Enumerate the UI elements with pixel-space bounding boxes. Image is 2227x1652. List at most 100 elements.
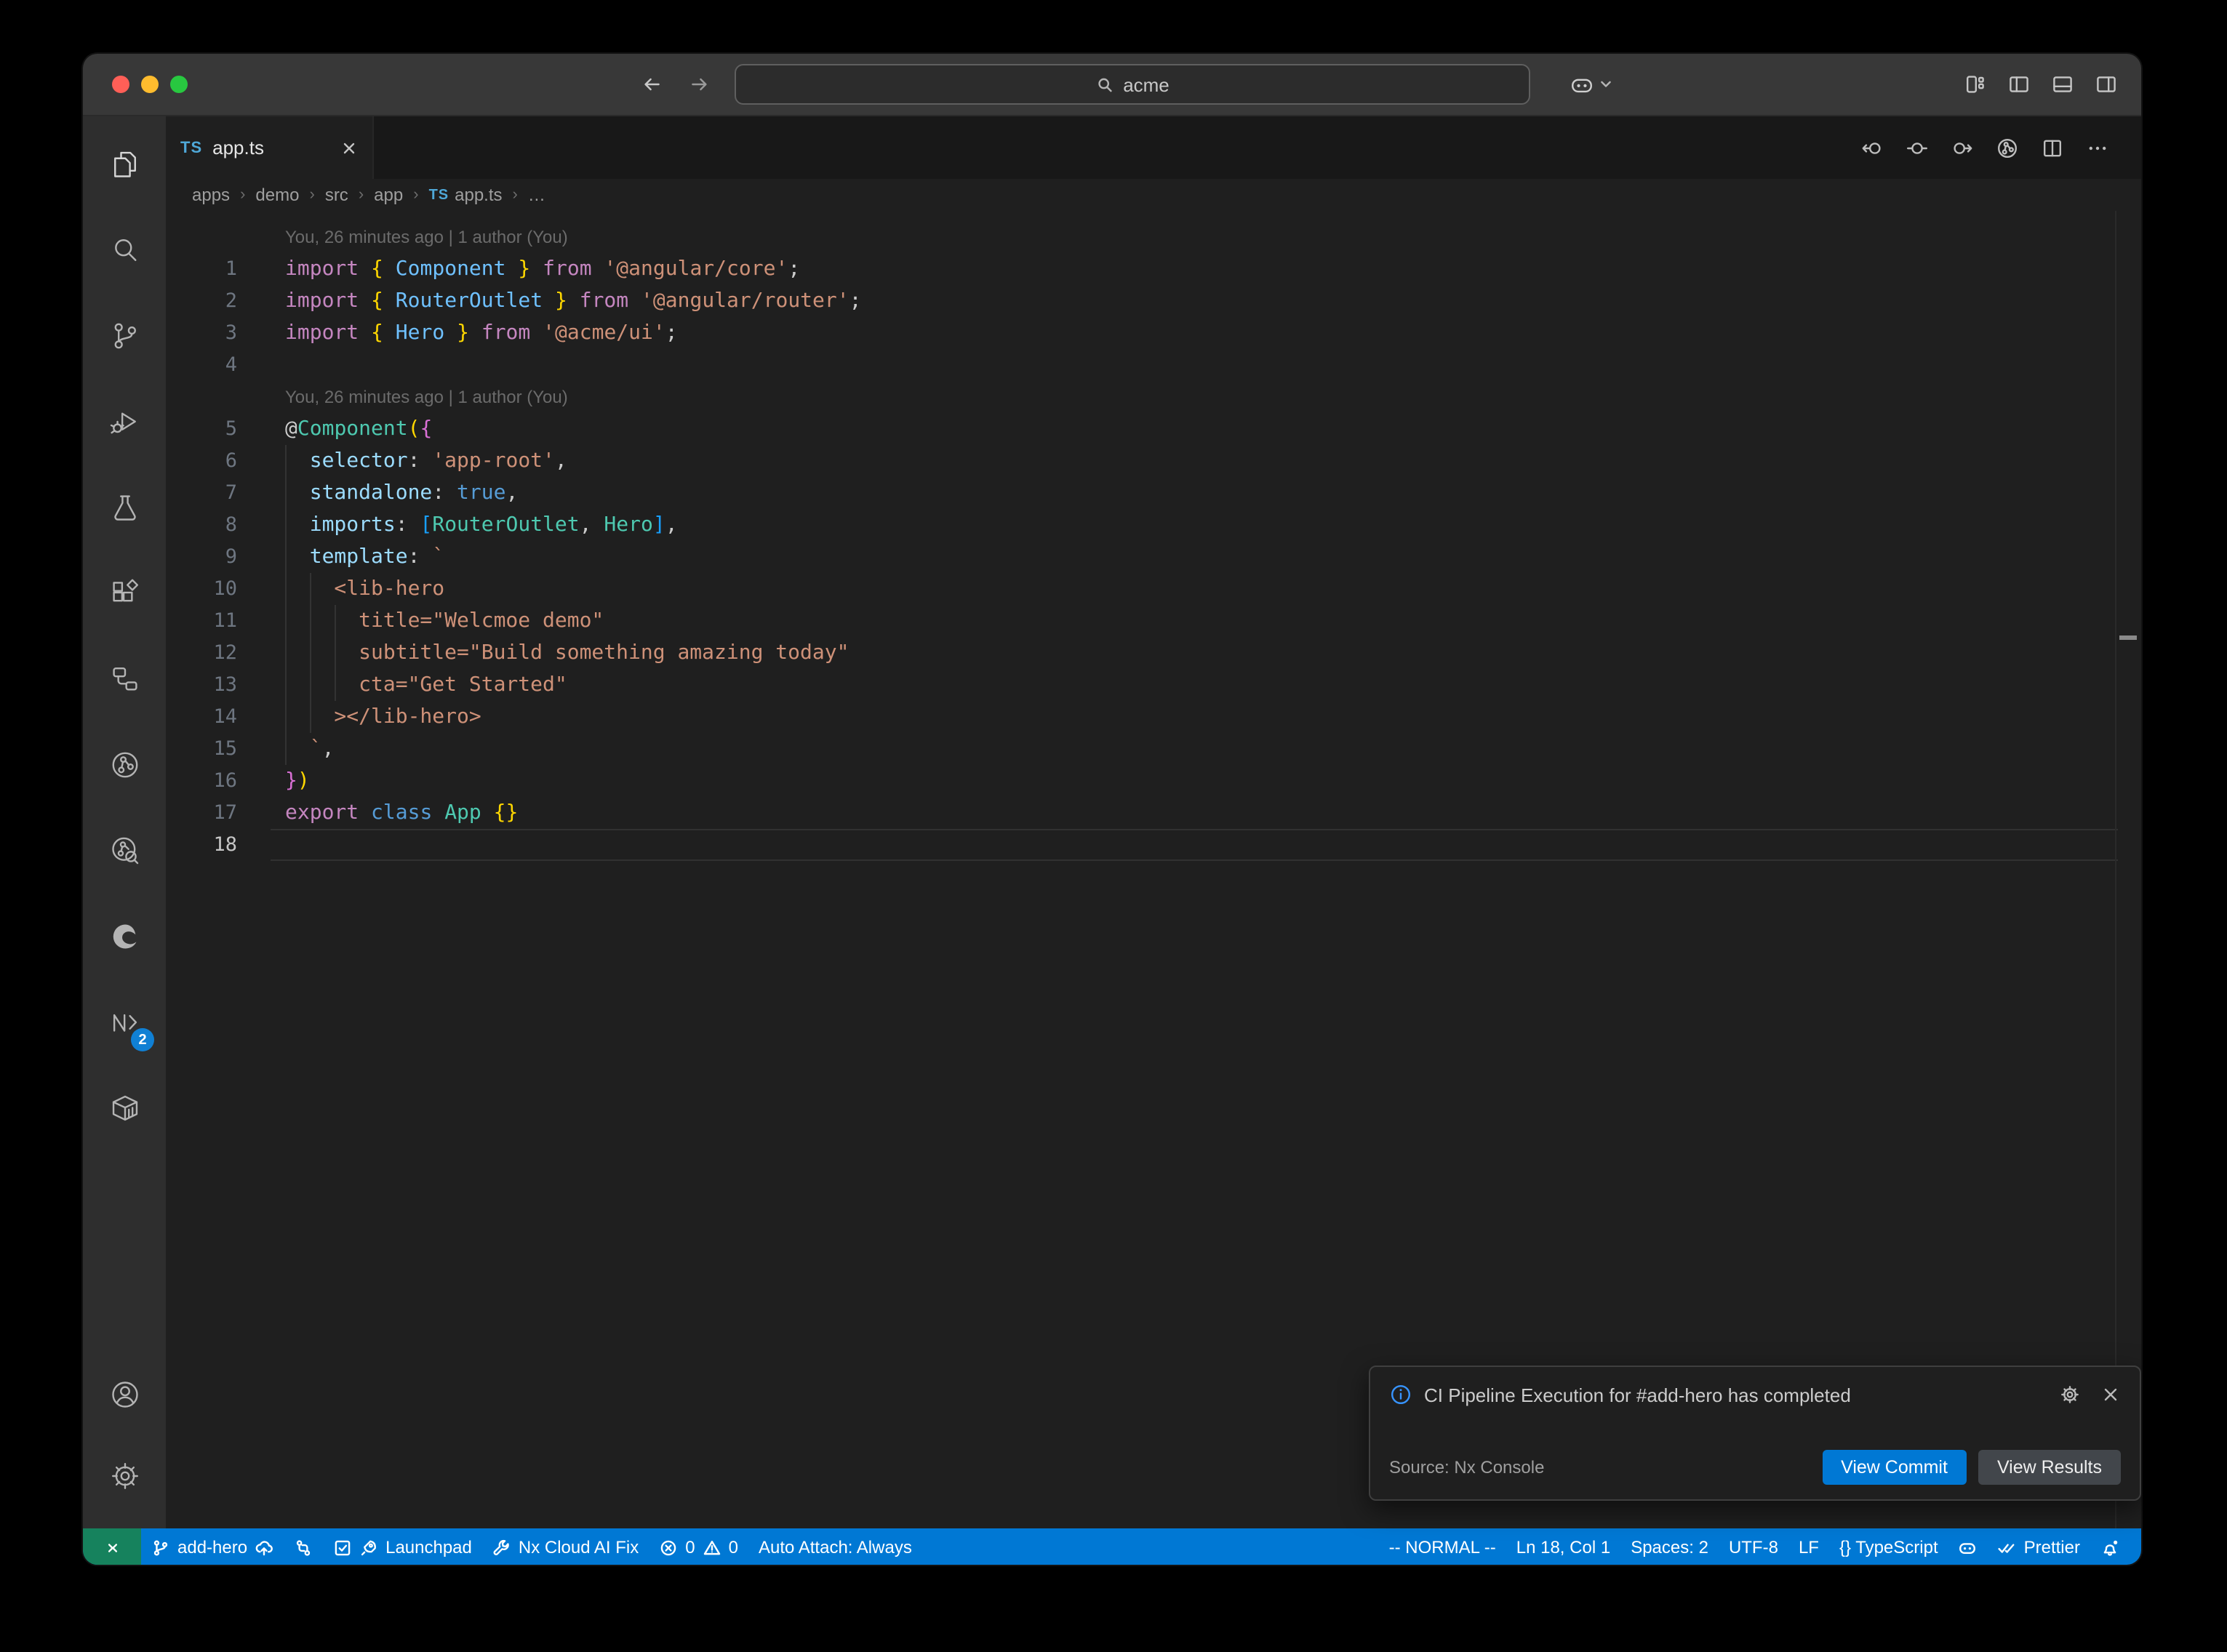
view-commit-button[interactable]: View Commit	[1822, 1450, 1967, 1485]
search-icon	[1095, 75, 1114, 94]
eol[interactable]: LF	[1788, 1528, 1829, 1565]
account-icon	[108, 1379, 140, 1411]
breadcrumb-item[interactable]: demo	[255, 185, 299, 205]
code-line-13[interactable]: 13 cta="Get Started"	[166, 669, 2141, 701]
view-results-button[interactable]: View Results	[1978, 1450, 2121, 1485]
code-line-6[interactable]: 6 selector: 'app-root',	[166, 445, 2141, 477]
copilot-menu[interactable]	[1570, 54, 1613, 115]
problems[interactable]: 00	[649, 1528, 748, 1565]
breadcrumb-label: app.ts	[455, 185, 502, 205]
code-line-7[interactable]: 7 standalone: true,	[166, 477, 2141, 509]
search-icon	[108, 233, 140, 265]
panel-icon[interactable]	[2051, 73, 2074, 96]
prev-change-icon[interactable]	[1860, 136, 1884, 159]
notification-settings-gear-icon[interactable]	[2060, 1384, 2080, 1405]
customize-layout-icon[interactable]	[1964, 73, 1987, 96]
activity-testing[interactable]	[83, 464, 166, 550]
run-debug-icon	[108, 405, 140, 437]
status-label: Nx Cloud AI Fix	[519, 1537, 639, 1557]
code-line-2[interactable]: 2import { RouterOutlet } from '@angular/…	[166, 285, 2141, 317]
breadcrumb-label: …	[528, 185, 545, 205]
breadcrumb-item[interactable]: app	[374, 185, 403, 205]
code-line-9[interactable]: 9 template: `	[166, 541, 2141, 573]
notification-close-icon[interactable]	[2100, 1384, 2121, 1405]
activity-explorer[interactable]	[83, 121, 166, 206]
nx-cloud-ai-fix[interactable]: Nx Cloud AI Fix	[482, 1528, 649, 1565]
sidebar-right-icon[interactable]	[2095, 73, 2118, 96]
settings-gear-icon	[108, 1460, 140, 1492]
breadcrumb-item[interactable]: apps	[192, 185, 230, 205]
activity-source-control[interactable]	[83, 292, 166, 378]
split-editor-icon[interactable]	[2041, 136, 2064, 159]
double-check-icon	[1998, 1538, 2017, 1557]
encoding[interactable]: UTF-8	[1719, 1528, 1788, 1565]
code-line-18[interactable]: 18	[166, 829, 2141, 861]
code-text: ></lib-hero>	[285, 701, 481, 733]
close-tab-icon[interactable]	[340, 139, 358, 156]
code-line-16[interactable]: 16})	[166, 765, 2141, 797]
compare-changes[interactable]	[284, 1528, 323, 1565]
forward-icon[interactable]	[688, 73, 711, 96]
editor-actions	[1860, 116, 2141, 179]
code-line-3[interactable]: 3import { Hero } from '@acme/ui';	[166, 317, 2141, 349]
next-change-icon[interactable]	[1951, 136, 1974, 159]
activity-extensions[interactable]	[83, 550, 166, 635]
tab-label: app.ts	[212, 137, 330, 159]
auto-attach[interactable]: Auto Attach: Always	[748, 1528, 922, 1565]
diff-icon[interactable]	[1906, 136, 1929, 159]
tab-app-ts[interactable]: TS app.ts	[166, 116, 374, 179]
activity-containers[interactable]	[83, 1064, 166, 1150]
git-branch-status[interactable]: add-hero	[141, 1528, 284, 1565]
activity-nx-graph[interactable]	[83, 721, 166, 807]
notifications-bell[interactable]	[2090, 1528, 2130, 1565]
notification-toast: CI Pipeline Execution for #add-hero has …	[1369, 1366, 2141, 1501]
code-line-8[interactable]: 8 imports: [RouterOutlet, Hero],	[166, 509, 2141, 541]
code-text: export class App {}	[285, 797, 518, 829]
command-center-search[interactable]: acme	[735, 64, 1530, 105]
activity-project-structure[interactable]	[83, 635, 166, 721]
activity-nx-graph-search[interactable]	[83, 807, 166, 893]
code-line-12[interactable]: 12 subtitle="Build something amazing tod…	[166, 637, 2141, 669]
typescript-file-icon: TS	[429, 187, 449, 203]
launchpad[interactable]: Launchpad	[323, 1528, 482, 1565]
code-line-17[interactable]: 17export class App {}	[166, 797, 2141, 829]
breadcrumb-item[interactable]: …	[528, 185, 545, 205]
code-line-1[interactable]: 1import { Component } from '@angular/cor…	[166, 253, 2141, 285]
code-line-11[interactable]: 11 title="Welcmoe demo"	[166, 605, 2141, 637]
line-number: 18	[166, 829, 237, 861]
minimize-window-button[interactable]	[141, 76, 159, 93]
code-line-14[interactable]: 14 ></lib-hero>	[166, 701, 2141, 733]
code-editor[interactable]: You, 26 minutes ago | 1 author (You)1imp…	[166, 211, 2141, 1528]
breadcrumb-item[interactable]: src	[325, 185, 348, 205]
code-line-4[interactable]: 4	[166, 349, 2141, 381]
activity-nx-console[interactable]: 2	[83, 979, 166, 1064]
vim-mode[interactable]: -- NORMAL --	[1379, 1528, 1506, 1565]
activity-settings[interactable]	[83, 1435, 166, 1517]
activity-run-debug[interactable]	[83, 378, 166, 464]
language-mode[interactable]: {} TypeScript	[1829, 1528, 1948, 1565]
nx-graph-icon[interactable]	[1996, 136, 2019, 159]
prettier[interactable]: Prettier	[1988, 1528, 2090, 1565]
cursor-position[interactable]: Ln 18, Col 1	[1506, 1528, 1620, 1565]
copilot-icon	[1959, 1538, 1978, 1557]
activity-accounts[interactable]	[83, 1354, 166, 1435]
breadcrumb-item[interactable]: TS app.ts	[429, 185, 503, 205]
code-line-15[interactable]: 15 `,	[166, 733, 2141, 765]
warning-icon	[703, 1538, 721, 1557]
indentation[interactable]: Spaces: 2	[1620, 1528, 1719, 1565]
code-line-10[interactable]: 10 <lib-hero	[166, 573, 2141, 605]
back-icon[interactable]	[640, 73, 663, 96]
remote-indicator[interactable]	[83, 1528, 141, 1565]
copilot-status[interactable]	[1948, 1528, 1988, 1565]
code-text: @Component({	[285, 413, 432, 445]
code-text: subtitle="Build something amazing today"	[285, 637, 849, 669]
sidebar-left-icon[interactable]	[2007, 73, 2031, 96]
ellipsis-icon[interactable]	[2086, 136, 2109, 159]
close-window-button[interactable]	[112, 76, 129, 93]
code-line-5[interactable]: 5@Component({	[166, 413, 2141, 445]
screen: acme 2 TS app.ts apps›demo›src›a	[0, 0, 2227, 1652]
files-icon	[108, 148, 140, 180]
zoom-window-button[interactable]	[170, 76, 188, 93]
activity-edge-tools[interactable]	[83, 893, 166, 979]
activity-search[interactable]	[83, 206, 166, 292]
